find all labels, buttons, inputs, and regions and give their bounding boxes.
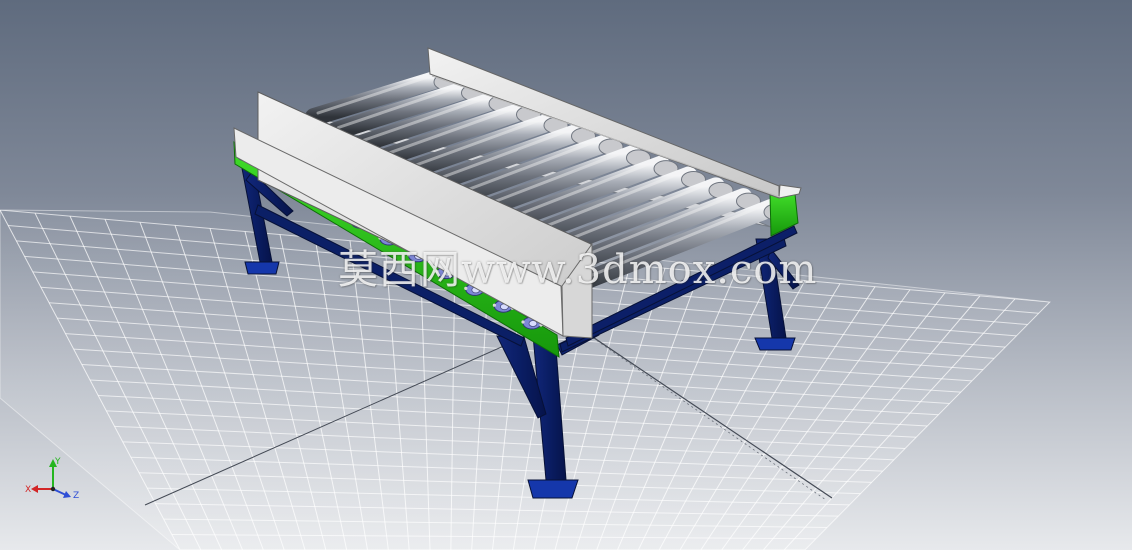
axis-y-label: Y (54, 457, 61, 467)
bearing-bolt (435, 270, 439, 274)
bearing-bolt (492, 303, 496, 307)
axis-z-label: Z (73, 491, 79, 501)
bearing-bolt (407, 253, 411, 257)
cad-viewport[interactable]: 莫西网www.3dmox.com Y X Z (0, 0, 1132, 550)
axis-x-arrow (31, 485, 38, 493)
bearing-bolt (521, 320, 525, 324)
axis-x-label: X (25, 485, 31, 495)
axis-origin (50, 486, 56, 492)
model-view[interactable] (0, 0, 1132, 550)
bearing-bolt (464, 286, 468, 290)
axis-triad: Y X Z (25, 457, 79, 501)
